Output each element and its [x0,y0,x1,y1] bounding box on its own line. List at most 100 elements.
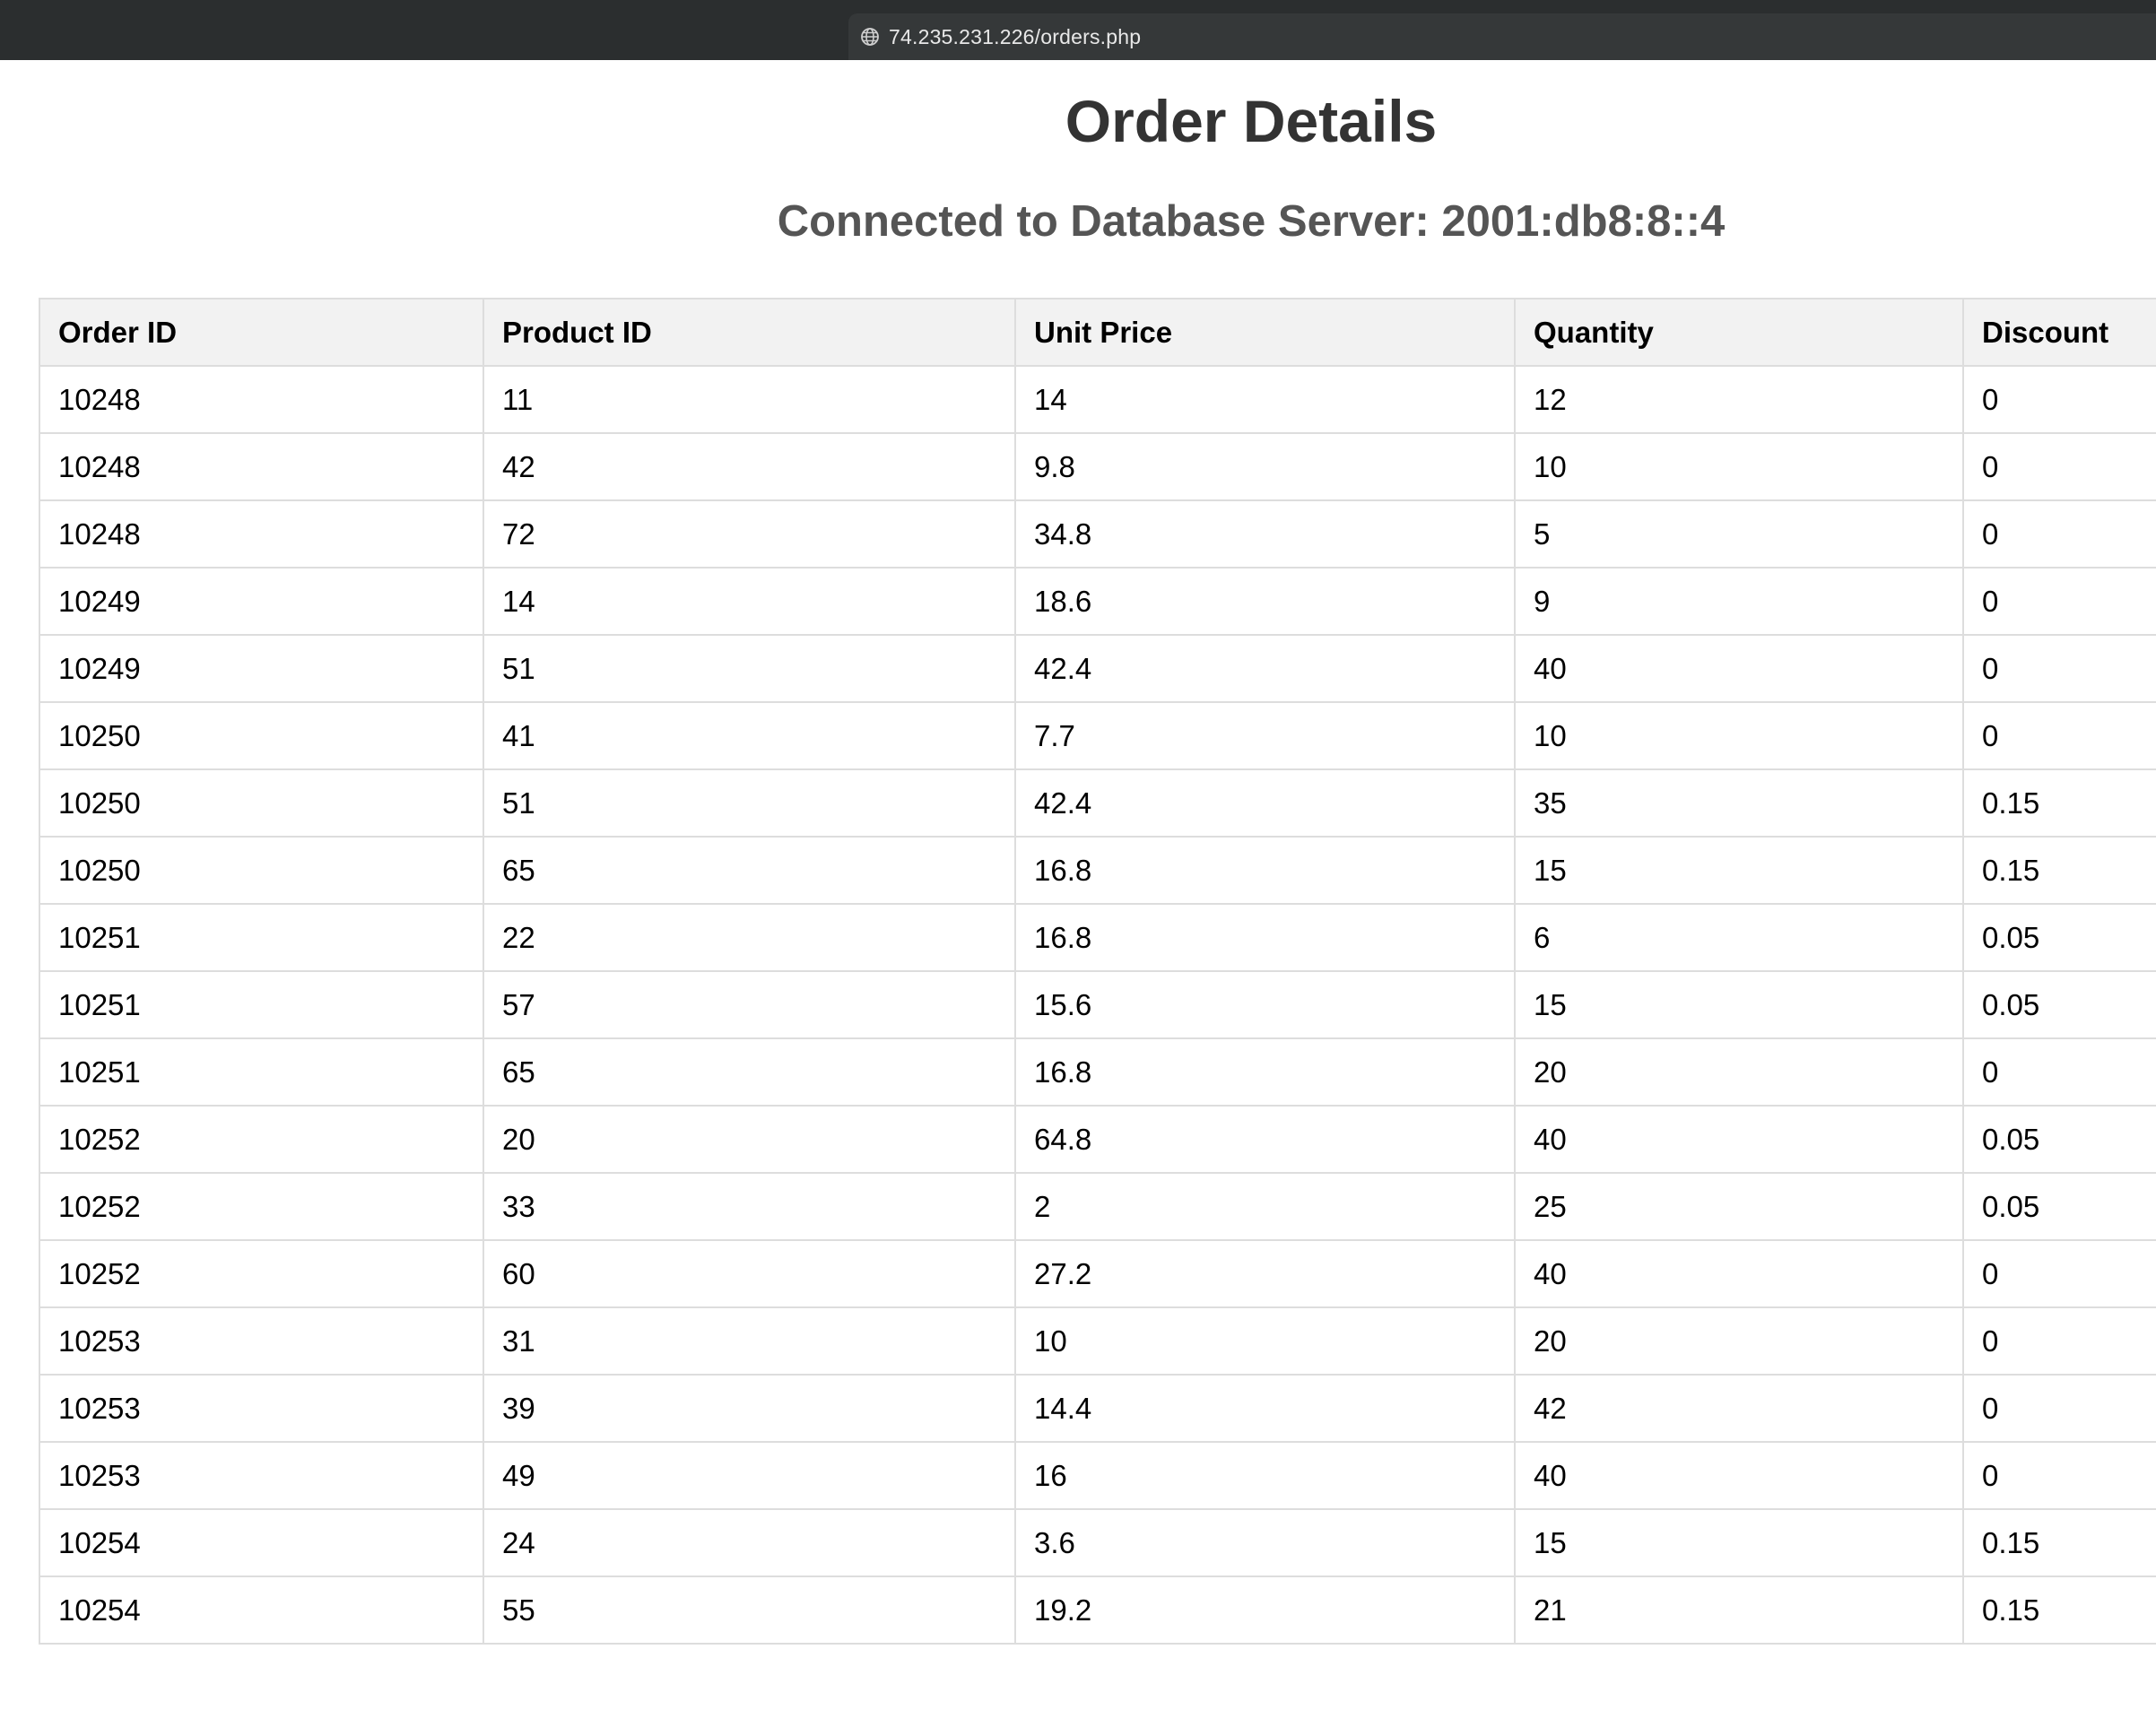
cell-discount: 0 [1962,1037,2156,1107]
cell-unit-price: 27.2 [1014,1239,1516,1308]
cell-order-id: 10248 [39,365,484,434]
table-row: 10250 41 7.7 10 0 [39,701,2156,770]
cell-product-id: 39 [482,1374,1016,1443]
cell-discount: 0 [1962,1441,2156,1510]
cell-discount: 0.05 [1962,1172,2156,1241]
cell-unit-price: 18.6 [1014,567,1516,636]
table-row: 10249 51 42.4 40 0 [39,634,2156,703]
cell-product-id: 65 [482,1037,1016,1107]
cell-quantity: 6 [1514,903,1964,972]
cell-discount: 0.15 [1962,836,2156,905]
header-quantity: Quantity [1514,298,1964,367]
table-row: 10253 39 14.4 42 0 [39,1374,2156,1443]
table-row: 10252 60 27.2 40 0 [39,1239,2156,1308]
cell-quantity: 12 [1514,365,1964,434]
cell-order-id: 10252 [39,1239,484,1308]
cell-unit-price: 3.6 [1014,1508,1516,1577]
cell-quantity: 15 [1514,836,1964,905]
cell-discount: 0.15 [1962,768,2156,838]
cell-unit-price: 42.4 [1014,768,1516,838]
cell-unit-price: 16.8 [1014,903,1516,972]
header-product-id: Product ID [482,298,1016,367]
cell-quantity: 35 [1514,768,1964,838]
table-row: 10249 14 18.6 9 0 [39,567,2156,636]
db-connection-status: Connected to Database Server: 2001:db8:8… [777,197,1726,246]
cell-order-id: 10248 [39,432,484,501]
cell-quantity: 21 [1514,1575,1964,1645]
cell-unit-price: 64.8 [1014,1105,1516,1174]
cell-product-id: 55 [482,1575,1016,1645]
cell-unit-price: 14.4 [1014,1374,1516,1443]
cell-order-id: 10251 [39,903,484,972]
cell-order-id: 10249 [39,567,484,636]
cell-discount: 0.15 [1962,1508,2156,1577]
cell-discount: 0.15 [1962,1575,2156,1645]
table-row: 10253 31 10 20 0 [39,1306,2156,1376]
address-bar[interactable]: 74.235.231.226/orders.php [848,13,2156,60]
cell-unit-price: 7.7 [1014,701,1516,770]
cell-order-id: 10253 [39,1374,484,1443]
cell-product-id: 22 [482,903,1016,972]
table-row: 10251 22 16.8 6 0.05 [39,903,2156,972]
cell-quantity: 20 [1514,1037,1964,1107]
cell-order-id: 10248 [39,499,484,569]
cell-discount: 0.05 [1962,903,2156,972]
cell-quantity: 40 [1514,634,1964,703]
header-discount: Discount [1962,298,2156,367]
cell-product-id: 51 [482,768,1016,838]
cell-quantity: 25 [1514,1172,1964,1241]
cell-order-id: 10252 [39,1105,484,1174]
cell-discount: 0 [1962,567,2156,636]
page-content: Order Details Connected to Database Serv… [0,60,2156,1710]
cell-product-id: 65 [482,836,1016,905]
cell-product-id: 49 [482,1441,1016,1510]
cell-product-id: 51 [482,634,1016,703]
cell-order-id: 10254 [39,1508,484,1577]
table-row: 10251 65 16.8 20 0 [39,1037,2156,1107]
cell-order-id: 10253 [39,1306,484,1376]
table-row: 10254 55 19.2 21 0.15 [39,1575,2156,1645]
cell-product-id: 72 [482,499,1016,569]
cell-unit-price: 15.6 [1014,970,1516,1039]
cell-product-id: 60 [482,1239,1016,1308]
table-row: 10252 33 2 25 0.05 [39,1172,2156,1241]
cell-unit-price: 14 [1014,365,1516,434]
page-title: Order Details [1065,88,1438,154]
cell-quantity: 10 [1514,432,1964,501]
table-row: 10251 57 15.6 15 0.05 [39,970,2156,1039]
cell-unit-price: 2 [1014,1172,1516,1241]
table-row: 10252 20 64.8 40 0.05 [39,1105,2156,1174]
table-header-row: Order ID Product ID Unit Price Quantity … [39,298,2156,367]
cell-product-id: 31 [482,1306,1016,1376]
cell-unit-price: 16.8 [1014,836,1516,905]
cell-product-id: 11 [482,365,1016,434]
cell-unit-price: 42.4 [1014,634,1516,703]
cell-order-id: 10252 [39,1172,484,1241]
cell-discount: 0.05 [1962,1105,2156,1174]
cell-product-id: 24 [482,1508,1016,1577]
table-row: 10253 49 16 40 0 [39,1441,2156,1510]
cell-order-id: 10250 [39,836,484,905]
cell-unit-price: 16 [1014,1441,1516,1510]
cell-quantity: 40 [1514,1441,1964,1510]
cell-quantity: 15 [1514,970,1964,1039]
cell-discount: 0 [1962,499,2156,569]
cell-order-id: 10250 [39,768,484,838]
cell-product-id: 41 [482,701,1016,770]
browser-toolbar: 74.235.231.226/orders.php [0,0,2156,60]
cell-discount: 0 [1962,701,2156,770]
cell-order-id: 10254 [39,1575,484,1645]
table-row: 10250 65 16.8 15 0.15 [39,836,2156,905]
table-row: 10250 51 42.4 35 0.15 [39,768,2156,838]
cell-quantity: 15 [1514,1508,1964,1577]
url-text[interactable]: 74.235.231.226/orders.php [889,25,1141,49]
table-row: 10254 24 3.6 15 0.15 [39,1508,2156,1577]
cell-quantity: 10 [1514,701,1964,770]
cell-order-id: 10251 [39,970,484,1039]
cell-discount: 0.05 [1962,970,2156,1039]
cell-order-id: 10249 [39,634,484,703]
cell-unit-price: 16.8 [1014,1037,1516,1107]
cell-discount: 0 [1962,634,2156,703]
cell-product-id: 33 [482,1172,1016,1241]
cell-discount: 0 [1962,365,2156,434]
